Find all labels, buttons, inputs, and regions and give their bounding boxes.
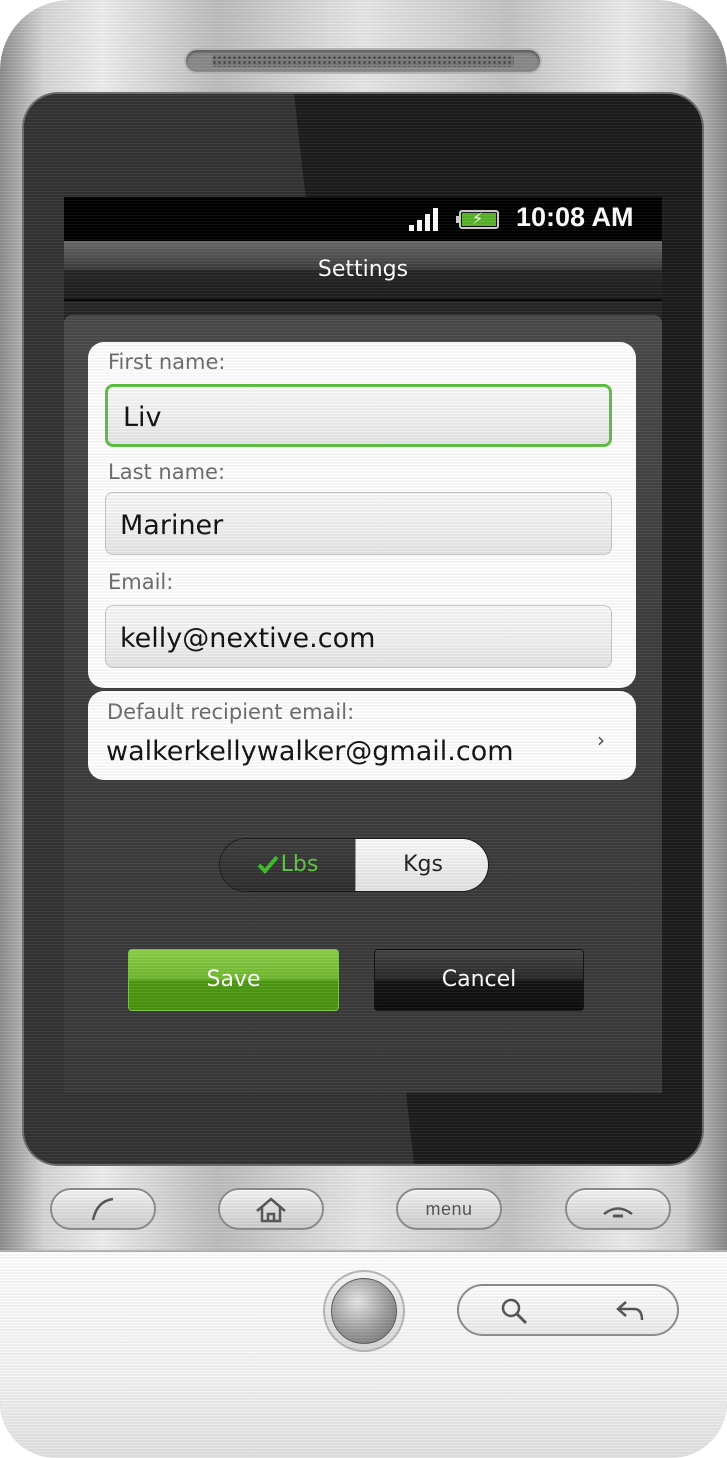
status-time: 10:08 AM bbox=[516, 202, 634, 232]
unit-toggle: Lbs Kgs bbox=[219, 838, 489, 892]
search-icon[interactable] bbox=[499, 1296, 529, 1330]
save-button[interactable]: Save bbox=[128, 949, 339, 1011]
last-name-label: Last name: bbox=[108, 460, 226, 484]
profile-card: First name: Liv Last name: Mariner Email… bbox=[88, 342, 636, 688]
recipient-email-label: Default recipient email: bbox=[107, 700, 355, 724]
chevron-right-icon: › bbox=[597, 728, 605, 752]
settings-content: First name: Liv Last name: Mariner Email… bbox=[64, 315, 662, 1093]
first-name-label: First name: bbox=[108, 350, 226, 374]
trackball[interactable] bbox=[331, 1278, 397, 1344]
screen: ⚡ 10:08 AM Settings First name: Liv Last… bbox=[64, 197, 662, 1093]
signal-icon bbox=[409, 207, 441, 231]
cancel-button[interactable]: Cancel bbox=[374, 949, 584, 1011]
call-key[interactable] bbox=[50, 1188, 156, 1230]
recipient-email-item[interactable]: Default recipient email: walkerkellywalk… bbox=[88, 691, 636, 780]
title-bar: Settings bbox=[64, 241, 662, 301]
end-call-key[interactable] bbox=[565, 1188, 671, 1230]
email-label: Email: bbox=[108, 570, 174, 594]
home-key[interactable] bbox=[218, 1188, 324, 1230]
earpiece-speaker bbox=[184, 48, 542, 74]
unit-kgs-label: Kgs bbox=[403, 852, 443, 877]
recipient-email-value: walkerkellywalker@gmail.com bbox=[106, 736, 514, 767]
status-bar: ⚡ 10:08 AM bbox=[64, 197, 662, 241]
phone-frame: ⚡ 10:08 AM Settings First name: Liv Last… bbox=[0, 0, 727, 1458]
menu-key-label: menu bbox=[425, 1199, 473, 1219]
phone-call-icon bbox=[52, 1195, 154, 1229]
menu-key[interactable]: menu bbox=[396, 1188, 502, 1230]
last-name-field[interactable]: Mariner bbox=[105, 492, 612, 555]
unit-lbs-label: Lbs bbox=[280, 852, 319, 877]
search-back-keys bbox=[457, 1284, 679, 1336]
unit-lbs-option[interactable]: Lbs bbox=[220, 839, 355, 891]
home-icon bbox=[220, 1195, 322, 1229]
email-field[interactable]: kelly@nextive.com bbox=[105, 605, 612, 668]
battery-icon: ⚡ bbox=[456, 209, 499, 229]
checkmark-icon bbox=[257, 855, 279, 874]
first-name-field[interactable]: Liv bbox=[105, 384, 612, 447]
unit-kgs-option[interactable]: Kgs bbox=[355, 839, 488, 891]
back-icon[interactable] bbox=[614, 1298, 646, 1328]
end-call-icon bbox=[567, 1195, 669, 1229]
page-title: Settings bbox=[317, 257, 409, 282]
